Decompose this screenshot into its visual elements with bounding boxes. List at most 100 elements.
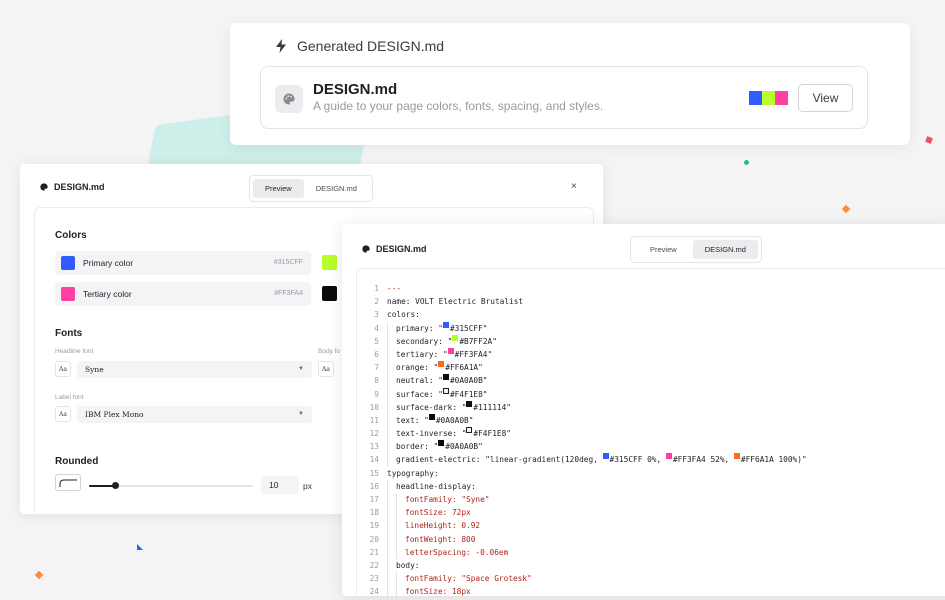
code-line: 4 primary: " #315CFF" — [357, 321, 807, 335]
design-file-item[interactable]: DESIGN.md A guide to your page colors, f… — [260, 66, 868, 129]
code-token: #315CFF 0%, — [609, 455, 666, 465]
code-panel-title-text: DESIGN.md — [376, 244, 427, 254]
code-line: 2 name: VOLT Electric Brutalist — [357, 295, 807, 308]
color-hex: #FF3FA4 — [274, 290, 303, 297]
inline-color-swatch — [733, 453, 740, 460]
code-token: #315CFF" — [449, 323, 488, 333]
color-swatch — [61, 287, 75, 301]
rounded-heading: Rounded — [55, 456, 99, 467]
headline-font-select[interactable]: Syne ▼ — [77, 361, 312, 378]
color-swatch — [749, 91, 762, 105]
headline-font-value: Syne — [85, 365, 104, 374]
line-number: 20 — [369, 534, 379, 544]
confetti-piece — [137, 544, 143, 550]
inline-color-swatch — [665, 453, 672, 460]
label-font-value: IBM Plex Mono — [85, 410, 144, 419]
inline-color-swatch — [466, 400, 473, 407]
line-number: 17 — [369, 495, 379, 504]
code-line: 10 surface-dark: " #111114" — [357, 400, 807, 414]
code-lines: 1 --- 2 name: VOLT Electric Brutalist 3 color… — [357, 282, 807, 596]
tab-preview[interactable]: Preview — [253, 179, 304, 198]
inline-color-swatch — [452, 334, 459, 341]
code-line: 1 --- — [357, 282, 807, 295]
body-font-label: Body fo — [318, 348, 341, 355]
inline-color-swatch — [602, 453, 609, 460]
code-token: name: VOLT Electric Brutalist — [387, 297, 524, 307]
line-number: 8 — [374, 376, 379, 386]
palette-icon — [362, 245, 370, 253]
code-line: 8 neutral: " #0A0A0B" — [357, 374, 807, 388]
rounded-unit: px — [303, 481, 312, 491]
code-token: #FF6A1A" — [445, 363, 483, 373]
code-editor[interactable]: 1 --- 2 name: VOLT Electric Brutalist 3 color… — [356, 268, 945, 596]
code-tabs: Preview DESIGN.md — [630, 236, 762, 263]
rounded-value-input[interactable]: 10 — [261, 476, 299, 494]
inline-color-swatch — [442, 321, 449, 328]
line-number: 4 — [374, 323, 379, 333]
line-number: 2 — [374, 297, 379, 307]
close-icon[interactable]: × — [571, 181, 577, 192]
line-number: 6 — [374, 349, 379, 359]
code-token: #F4F1E8" — [449, 389, 488, 399]
palette-icon — [40, 183, 48, 191]
code-token: text-inverse: " — [396, 429, 467, 439]
code-line: 21 letterSpacing: -0.06em — [357, 545, 807, 559]
secondary-color-swatch[interactable] — [322, 255, 337, 270]
rounded-slider-handle[interactable] — [111, 482, 119, 489]
code-line: 16 headline-display: — [357, 479, 807, 493]
code-token: fontFamily: "Syne" — [405, 495, 490, 504]
confetti-piece — [841, 204, 851, 214]
color-row-tertiary[interactable]: Tertiary color #FF3FA4 — [55, 282, 311, 306]
color-swatch — [775, 91, 788, 105]
generated-design-card: Generated DESIGN.md DESIGN.md A guide to… — [230, 23, 910, 145]
code-token: #0A0A0B" — [445, 442, 483, 452]
font-preview-icon: Aa — [55, 406, 71, 422]
code-token: #FF6A1A 100%)" — [740, 455, 807, 465]
code-token: border: " — [396, 442, 439, 452]
line-number: 11 — [369, 415, 379, 425]
code-token: --- — [387, 284, 402, 293]
neutral-color-swatch[interactable] — [322, 286, 337, 301]
color-swatch-strip — [749, 91, 788, 105]
code-line: 5 secondary: " #B7FF2A" — [357, 334, 807, 348]
code-token: colors: — [387, 310, 420, 320]
generated-header: Generated DESIGN.md — [275, 38, 444, 54]
design-file-title: DESIGN.md — [313, 81, 398, 98]
inline-color-swatch — [447, 347, 454, 354]
code-token: letterSpacing: -0.06em — [405, 547, 509, 557]
line-number: 24 — [369, 587, 379, 596]
color-swatch — [762, 91, 775, 105]
code-line: 15 typography: — [357, 467, 807, 480]
line-number: 18 — [369, 508, 379, 518]
code-token: gradient-electric: "linear-gradient(120d… — [396, 455, 603, 465]
view-button[interactable]: View — [798, 84, 853, 112]
confetti-piece — [744, 160, 749, 165]
tab-design-md[interactable]: DESIGN.md — [692, 240, 758, 259]
colors-heading: Colors — [55, 230, 87, 241]
code-token: #B7FF2A" — [459, 336, 497, 346]
chevron-down-icon: ▼ — [298, 411, 304, 417]
line-number: 1 — [374, 284, 379, 293]
code-token: secondary: " — [396, 336, 453, 346]
corner-radius-preview — [55, 474, 81, 491]
code-line: 22 body: — [357, 558, 807, 573]
color-swatch — [61, 256, 75, 270]
color-row-primary[interactable]: Primary color #315CFF — [55, 251, 311, 275]
code-line: 24 fontSize: 18px — [357, 585, 807, 596]
code-line: 17 fontFamily: "Syne" — [357, 493, 807, 507]
code-line: 19 lineHeight: 0.92 — [357, 519, 807, 533]
inline-color-swatch — [466, 427, 473, 434]
lightning-icon — [276, 39, 286, 53]
line-number: 13 — [369, 442, 379, 452]
code-line: 6 tertiary: " #FF3FA4" — [357, 347, 807, 362]
tab-preview[interactable]: Preview — [634, 240, 693, 259]
line-number: 3 — [374, 310, 379, 320]
label-font-select[interactable]: IBM Plex Mono ▼ — [77, 406, 312, 423]
line-number: 7 — [374, 363, 379, 373]
code-token: body: — [396, 560, 420, 570]
code-token: tertiary: " — [396, 349, 448, 359]
code-token: lineHeight: 0.92 — [405, 521, 481, 531]
font-preview-icon: Aa — [55, 361, 71, 377]
fonts-heading: Fonts — [55, 328, 83, 339]
tab-design-md[interactable]: DESIGN.md — [304, 179, 369, 198]
